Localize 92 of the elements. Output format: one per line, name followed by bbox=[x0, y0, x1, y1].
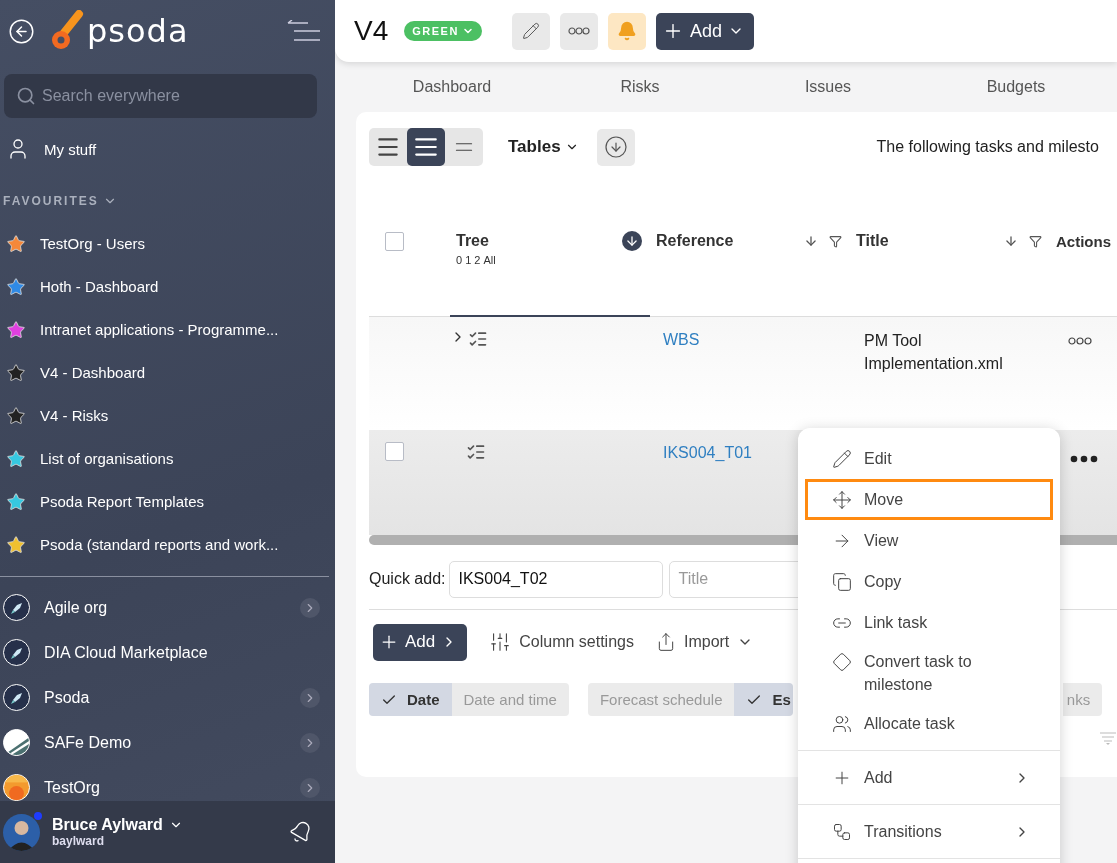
menu-item[interactable]: Convert task to milestone bbox=[805, 643, 1053, 703]
people-icon bbox=[832, 713, 852, 734]
rocket-avatar bbox=[3, 684, 30, 711]
back-icon[interactable] bbox=[8, 17, 35, 45]
download-icon bbox=[603, 135, 628, 159]
column-header[interactable]: Title bbox=[856, 232, 889, 250]
reference-link[interactable]: IKS004_T01 bbox=[663, 442, 752, 462]
column-header[interactable]: Reference bbox=[656, 232, 734, 250]
user-avatar[interactable] bbox=[3, 813, 40, 851]
column-header[interactable]: Actions bbox=[1056, 232, 1111, 250]
import-button[interactable]: Import bbox=[655, 632, 754, 652]
menu-item[interactable]: Move bbox=[805, 479, 1053, 520]
tab[interactable]: Issues bbox=[734, 78, 922, 96]
tab[interactable]: Dashboard bbox=[358, 78, 546, 96]
filter-chip[interactable]: Es bbox=[734, 683, 793, 716]
chevron-right-icon[interactable] bbox=[300, 597, 320, 618]
organisation-item[interactable]: TestOrg bbox=[44, 778, 286, 797]
favourite-item[interactable]: Psoda Report Templates bbox=[40, 493, 204, 510]
user-username: baylward bbox=[52, 834, 106, 848]
tree-level-link[interactable]: 0 bbox=[456, 254, 463, 266]
organisation-item[interactable]: SAFe Demo bbox=[44, 733, 286, 752]
diamond-icon bbox=[832, 652, 852, 672]
tree-level-link[interactable]: 2 bbox=[474, 254, 481, 266]
sort-icon[interactable] bbox=[622, 231, 642, 251]
sidebar-item[interactable]: My stuff bbox=[0, 118, 335, 180]
organisation-item[interactable]: Psoda bbox=[44, 688, 286, 707]
checkbox[interactable] bbox=[385, 442, 404, 461]
favourite-item[interactable]: Psoda (standard reports and work... bbox=[40, 536, 279, 553]
bell-button[interactable] bbox=[607, 12, 646, 50]
organisation-item[interactable]: DIA Cloud Marketplace bbox=[44, 643, 332, 662]
favourite-item[interactable]: V4 - Dashboard bbox=[40, 364, 146, 381]
chevron-right-icon[interactable] bbox=[300, 687, 320, 708]
tables-dropdown[interactable]: Tables bbox=[508, 137, 579, 157]
move-icon bbox=[832, 489, 852, 510]
reference-input[interactable]: IKS004_T02 bbox=[449, 560, 664, 598]
menu-item[interactable]: Allocate task bbox=[805, 703, 1053, 744]
download-button[interactable] bbox=[596, 128, 635, 166]
menu-item[interactable]: Add bbox=[805, 757, 1053, 798]
pencil-icon bbox=[832, 448, 852, 469]
collapse-menu-icon[interactable] bbox=[287, 20, 321, 42]
filter-icon[interactable] bbox=[829, 234, 842, 248]
favourite-item[interactable]: List of organisations bbox=[40, 450, 174, 467]
column-header[interactable]: Tree bbox=[456, 232, 489, 250]
title-cell-text: PM Tool Implementation.xml bbox=[864, 331, 1004, 374]
search-icon bbox=[16, 86, 36, 106]
chevron-right-icon[interactable] bbox=[300, 732, 320, 753]
tree-level-link[interactable]: 1 bbox=[465, 254, 472, 266]
checklist-icon bbox=[466, 442, 486, 462]
workflow-icon bbox=[832, 821, 852, 842]
row-actions-icon[interactable] bbox=[1070, 455, 1098, 463]
favourite-item[interactable]: Hoth - Dashboard bbox=[40, 278, 159, 295]
copy-icon bbox=[832, 571, 852, 592]
favourite-item[interactable]: Intranet applications - Programme... bbox=[40, 321, 279, 338]
filter-icon[interactable] bbox=[1029, 234, 1042, 248]
sidebar-item-label: My stuff bbox=[44, 140, 97, 158]
logo-text: psoda bbox=[87, 12, 189, 50]
striped-avatar bbox=[3, 729, 30, 756]
menu-item[interactable]: Transitions bbox=[805, 811, 1053, 852]
ellipsis-icon bbox=[567, 27, 590, 35]
checkbox[interactable] bbox=[385, 231, 404, 251]
menu-item[interactable]: Link task bbox=[805, 602, 1053, 643]
pencil-icon bbox=[521, 22, 540, 40]
sliders-icon bbox=[489, 631, 512, 653]
rocket-avatar bbox=[3, 594, 30, 621]
favourites-heading[interactable]: FAVOURITES bbox=[3, 194, 99, 208]
organisation-item[interactable]: Agile org bbox=[44, 598, 286, 617]
checklist-icon bbox=[468, 329, 488, 349]
tab[interactable]: Risks bbox=[546, 78, 734, 96]
bell-icon bbox=[616, 21, 637, 41]
more-button[interactable] bbox=[559, 12, 598, 50]
edit-button[interactable] bbox=[511, 12, 550, 50]
add-button[interactable]: Add bbox=[373, 623, 468, 661]
quick-add-label: Quick add: bbox=[369, 570, 446, 588]
search-field[interactable]: Search everywhere bbox=[4, 74, 317, 118]
tree-level-link[interactable]: All bbox=[483, 254, 496, 266]
tab[interactable]: Budgets bbox=[922, 78, 1110, 96]
user-name[interactable]: Bruce Aylward bbox=[52, 816, 163, 834]
favourite-item[interactable]: V4 - Risks bbox=[40, 407, 109, 424]
description-text: The following tasks and milesto bbox=[876, 138, 1099, 156]
chevron-right-icon[interactable] bbox=[300, 777, 320, 798]
add-button[interactable]: Add bbox=[655, 12, 754, 50]
page-title: V4 bbox=[354, 15, 389, 47]
column-settings-button[interactable]: Column settings bbox=[489, 631, 634, 653]
logo-icon bbox=[49, 10, 85, 52]
favourite-item[interactable]: TestOrg - Users bbox=[40, 235, 145, 252]
row-actions-icon[interactable] bbox=[1068, 337, 1092, 345]
rocket-avatar bbox=[3, 639, 30, 666]
view-density-button[interactable] bbox=[407, 128, 445, 166]
filter-chip[interactable]: Date bbox=[369, 683, 452, 716]
menu-item[interactable]: Edit bbox=[805, 438, 1053, 479]
reference-link[interactable]: WBS bbox=[663, 329, 700, 349]
sunset-avatar bbox=[3, 774, 30, 801]
